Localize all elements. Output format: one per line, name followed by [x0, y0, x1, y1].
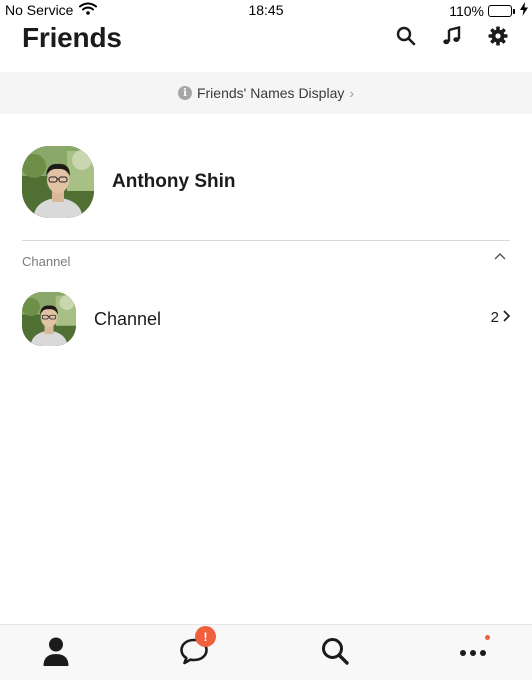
header: Friends	[0, 18, 532, 72]
info-icon: i	[177, 86, 192, 100]
more-icon	[459, 644, 487, 662]
tab-chats[interactable]: !	[164, 625, 224, 680]
tab-friends[interactable]	[26, 625, 86, 680]
friends-names-display-banner[interactable]: i Friends' Names Display ›	[0, 72, 532, 114]
tab-more[interactable]	[443, 625, 503, 680]
search-icon[interactable]	[394, 24, 418, 48]
count-value: 2	[490, 309, 499, 326]
gear-icon[interactable]	[486, 24, 510, 48]
person-icon	[42, 636, 70, 671]
profile-name: Anthony Shin	[112, 171, 236, 192]
channel-name: Channel	[94, 308, 162, 329]
my-profile-row[interactable]: Anthony Shin	[22, 146, 510, 218]
page-title: Friends	[22, 22, 122, 53]
chevron-up-icon[interactable]	[490, 248, 510, 264]
battery-icon	[488, 4, 515, 17]
divider	[22, 240, 510, 241]
battery-percent: 110%	[449, 2, 484, 19]
channel-section-header: Channel	[22, 248, 510, 274]
avatar	[22, 292, 76, 346]
unread-badge: !	[195, 626, 216, 647]
list-item-channel[interactable]: Channel 2	[22, 292, 511, 346]
chevron-right-icon	[503, 309, 511, 326]
status-right: 110%	[449, 2, 528, 19]
new-indicator-dot	[485, 635, 490, 640]
banner-label: Friends' Names Display	[196, 85, 345, 101]
charging-bolt-icon	[520, 2, 528, 19]
search-icon	[320, 636, 350, 671]
chevron-right-icon: ›	[349, 85, 355, 101]
tab-bar: !	[0, 624, 532, 680]
header-actions	[394, 24, 510, 48]
avatar[interactable]	[22, 146, 94, 218]
channel-count: 2	[490, 309, 511, 326]
music-note-icon[interactable]	[440, 24, 464, 48]
section-label: Channel	[22, 254, 71, 269]
tab-search[interactable]	[305, 625, 365, 680]
